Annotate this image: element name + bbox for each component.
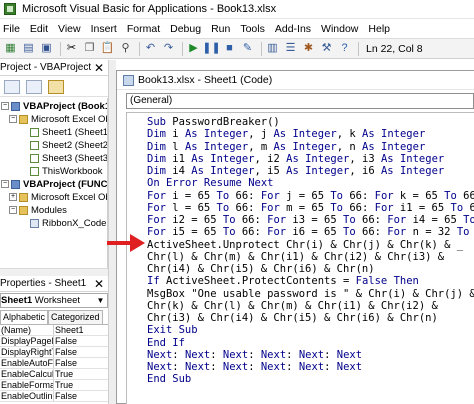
- red-arrow-annotation: [107, 234, 145, 252]
- arrow-head: [130, 234, 145, 252]
